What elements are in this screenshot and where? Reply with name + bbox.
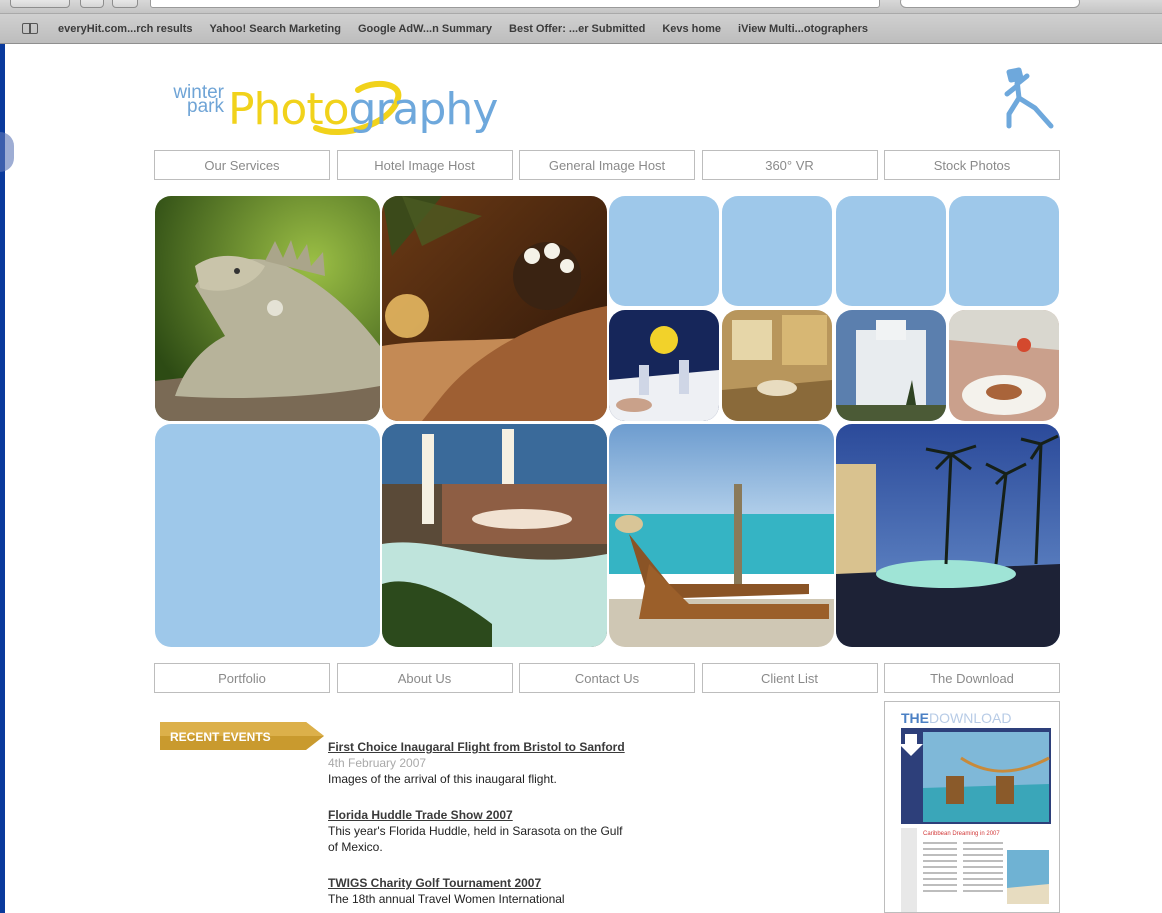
recent-events-badge: RECENT EVENTS <box>160 722 324 750</box>
nav-our-services[interactable]: Our Services <box>154 150 330 180</box>
download-heading: THEDOWNLOAD <box>901 710 1011 726</box>
logo-wordmark: Photography <box>228 84 499 135</box>
download-heading-download: DOWNLOAD <box>929 710 1012 726</box>
event-description: This year's Florida Huddle, held in Sara… <box>328 824 623 854</box>
bookmarks-bar: everyHit.com...rch results Yahoo! Search… <box>0 14 1162 44</box>
bookmark-item[interactable]: iView Multi...otographers <box>738 23 868 35</box>
nav-client-list[interactable]: Client List <box>701 663 878 693</box>
logo-graphy: graphy <box>348 84 499 135</box>
nav-stock-photos[interactable]: Stock Photos <box>884 150 1060 180</box>
top-navigation: Our Services Hotel Image Host General Im… <box>154 150 1060 180</box>
nav-360-vr[interactable]: 360° VR <box>701 150 878 180</box>
nav-hotel-image-host[interactable]: Hotel Image Host <box>336 150 513 180</box>
download-heading-the: THE <box>901 710 929 726</box>
palm-pool-night-photo[interactable] <box>836 424 1060 647</box>
event-item: Florida Huddle Trade Show 2007 This year… <box>328 807 628 855</box>
nav-the-download[interactable]: The Download <box>884 663 1060 693</box>
recent-events-list: First Choice Inaugaral Flight from Brist… <box>328 739 628 913</box>
browser-search-field[interactable] <box>900 0 1080 8</box>
logo-small-text: winter park <box>152 83 224 117</box>
bookmark-item[interactable]: everyHit.com...rch results <box>58 23 193 35</box>
the-download-panel[interactable]: THEDOWNLOAD Caribbean Dreaming in 2007 <box>884 701 1060 913</box>
hotel-lounge-photo[interactable] <box>722 310 832 421</box>
event-item: First Choice Inaugaral Flight from Brist… <box>328 739 628 787</box>
site-logo[interactable]: winter park Photography <box>152 78 552 148</box>
nav-contact-us[interactable]: Contact Us <box>519 663 695 693</box>
photographer-figure-icon <box>1004 67 1054 129</box>
back-forward-button[interactable] <box>10 0 70 8</box>
article-title: Caribbean Dreaming in 2007 <box>923 831 1000 837</box>
bookmark-item[interactable]: Yahoo! Search Marketing <box>210 23 341 35</box>
event-description: The 18th annual Travel Women Internation… <box>328 892 565 906</box>
dining-table-photo[interactable] <box>609 310 719 421</box>
restaurant-pool-photo[interactable] <box>382 424 607 647</box>
logo-photo: Photo <box>228 84 350 135</box>
bookmark-item[interactable]: Google AdW...n Summary <box>358 23 492 35</box>
beach-loungers-photo[interactable] <box>609 424 834 647</box>
logo-park: park <box>187 96 224 117</box>
event-description: Images of the arrival of this inaugaral … <box>328 772 557 786</box>
bottom-navigation: Portfolio About Us Contact Us Client Lis… <box>154 663 1060 693</box>
event-date: 4th February 2007 <box>328 756 427 770</box>
event-title-link[interactable]: Florida Huddle Trade Show 2007 <box>328 807 628 823</box>
hotel-building-photo[interactable] <box>836 310 946 421</box>
iguana-photo[interactable] <box>155 196 380 421</box>
spa-massage-photo[interactable] <box>382 196 607 421</box>
event-item: TWIGS Charity Golf Tournament 2007 The 1… <box>328 875 628 907</box>
blank-tile <box>949 196 1059 306</box>
add-bookmark-button[interactable] <box>112 0 138 8</box>
blank-tile <box>609 196 719 306</box>
blank-tile <box>722 196 832 306</box>
magazine-cover-thumbnail[interactable]: Caribbean Dreaming in 2007 <box>901 728 1051 912</box>
recent-events-label: RECENT EVENTS <box>170 730 271 744</box>
nav-general-image-host[interactable]: General Image Host <box>519 150 695 180</box>
address-bar[interactable] <box>150 0 880 8</box>
bookmark-item[interactable]: Best Offer: ...er Submitted <box>509 23 645 35</box>
blank-tile-large <box>155 424 380 647</box>
event-title-link[interactable]: First Choice Inaugaral Flight from Brist… <box>328 739 628 755</box>
blank-tile <box>836 196 946 306</box>
nav-about-us[interactable]: About Us <box>336 663 513 693</box>
bookmarks-book-icon[interactable] <box>22 23 38 34</box>
bookmark-item[interactable]: Kevs home <box>662 23 721 35</box>
plated-food-photo[interactable] <box>949 310 1059 421</box>
browser-toolbar <box>0 0 1162 14</box>
reload-button[interactable] <box>80 0 104 8</box>
event-title-link[interactable]: TWIGS Charity Golf Tournament 2007 <box>328 875 628 891</box>
nav-portfolio[interactable]: Portfolio <box>154 663 330 693</box>
web-page: winter park Photography Our Services Hot… <box>0 44 1162 913</box>
